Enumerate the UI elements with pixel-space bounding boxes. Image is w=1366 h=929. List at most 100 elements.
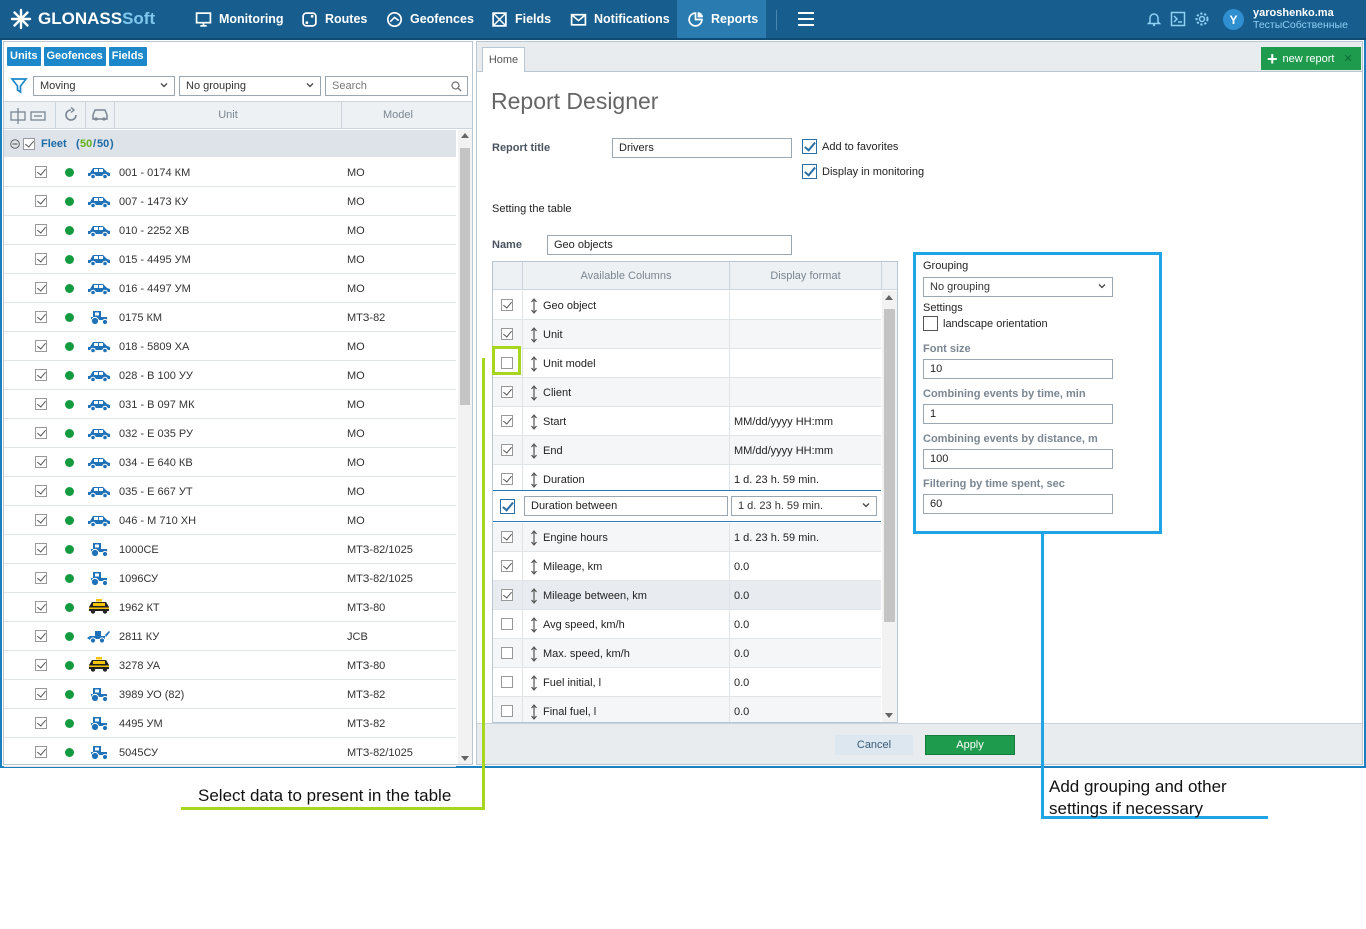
unit-checkbox[interactable] [35, 427, 47, 439]
unit-row[interactable]: 1962 КТ МТЗ-80 [4, 593, 456, 622]
scroll-up-icon[interactable] [885, 295, 893, 300]
unit-checkbox[interactable] [35, 311, 47, 323]
column-checkbox[interactable] [501, 705, 513, 717]
unit-checkbox[interactable] [35, 166, 47, 178]
nav-monitoring[interactable]: Monitoring [195, 0, 284, 38]
column-format-select[interactable]: 1 d. 23 h. 59 min. [731, 496, 877, 516]
cancel-button[interactable]: Cancel [835, 735, 913, 755]
unit-row[interactable]: 034 - Е 640 КВ МО [4, 448, 456, 477]
unit-row[interactable]: 035 - Е 667 УТ МО [4, 477, 456, 506]
close-icon[interactable]: ✕ [1344, 52, 1353, 65]
filter-icon[interactable] [10, 77, 28, 95]
scroll-down-icon[interactable] [885, 713, 893, 718]
unit-row[interactable]: 031 - В 097 МК МО [4, 390, 456, 419]
column-checkbox[interactable] [501, 618, 513, 630]
unit-row[interactable]: 001 - 0174 КМ МО [4, 158, 456, 187]
unit-row[interactable]: 046 - М 710 ХН МО [4, 506, 456, 535]
units-scrollbar[interactable] [458, 130, 472, 764]
fleet-checkbox[interactable] [23, 138, 35, 150]
column-row[interactable]: Geo object [493, 291, 881, 320]
nav-routes[interactable]: Routes [301, 0, 367, 38]
unit-row[interactable]: 010 - 2252 ХВ МО [4, 216, 456, 245]
display-monitoring-checkbox[interactable]: Display in monitoring [802, 164, 924, 179]
column-row[interactable]: Mileage, km 0.0 [493, 552, 881, 581]
user-name[interactable]: yaroshenko.ma [1253, 8, 1334, 19]
column-checkbox[interactable] [501, 589, 513, 601]
columns-scrollbar[interactable] [882, 291, 897, 722]
new-report-tab[interactable]: + new report ✕ [1261, 47, 1361, 70]
column-checkbox[interactable] [500, 499, 515, 514]
unit-row[interactable]: 1000СЕ МТЗ-82/1025 [4, 535, 456, 564]
column-checkbox[interactable] [501, 328, 513, 340]
collapse-icon[interactable] [10, 139, 20, 149]
column-row[interactable]: Engine hours 1 d. 23 h. 59 min. [493, 523, 881, 552]
column-row[interactable]: Start MM/dd/yyyy HH:mm [493, 407, 881, 436]
unit-checkbox[interactable] [35, 398, 47, 410]
tab-units[interactable]: Units [7, 47, 41, 66]
column-row[interactable]: Final fuel, l 0.0 [493, 697, 881, 722]
menu-icon[interactable] [798, 12, 814, 26]
avatar[interactable]: Y [1223, 9, 1244, 30]
unit-checkbox[interactable] [35, 630, 47, 642]
drag-handle-icon[interactable] [531, 646, 537, 662]
unit-checkbox[interactable] [35, 601, 47, 613]
bell-icon[interactable] [1146, 11, 1162, 27]
scroll-down-icon[interactable] [461, 756, 469, 761]
unit-row[interactable]: 0175 КМ МТЗ-82 [4, 303, 456, 332]
vehicle-col[interactable] [85, 102, 114, 128]
col-model[interactable]: Model [341, 102, 454, 128]
report-title-input[interactable]: Drivers [612, 138, 792, 158]
column-row[interactable]: Max. speed, km/h 0.0 [493, 639, 881, 668]
unit-checkbox[interactable] [35, 456, 47, 468]
scroll-up-icon[interactable] [461, 133, 469, 138]
tab-home[interactable]: Home [482, 47, 525, 72]
unit-row[interactable]: 016 - 4497 УМ МО [4, 274, 456, 303]
unit-checkbox[interactable] [35, 543, 47, 555]
column-row[interactable]: Fuel initial, l 0.0 [493, 668, 881, 697]
unit-row[interactable]: 5045СУ МТЗ-82/1025 [4, 738, 456, 767]
unit-row[interactable]: 3989 УО (82) МТЗ-82 [4, 680, 456, 709]
add-favorites-checkbox[interactable]: Add to favorites [802, 139, 898, 154]
unit-row[interactable]: 018 - 5809 ХА МО [4, 332, 456, 361]
apply-button[interactable]: Apply [925, 735, 1015, 755]
nav-geofences[interactable]: Geofences [386, 0, 474, 38]
drag-handle-icon[interactable] [531, 414, 537, 430]
column-row[interactable]: Avg speed, km/h 0.0 [493, 610, 881, 639]
unit-row[interactable]: 3278 УА МТЗ-80 [4, 651, 456, 680]
unit-checkbox[interactable] [35, 485, 47, 497]
nav-reports[interactable]: Reports [677, 0, 766, 38]
column-checkbox[interactable] [501, 299, 513, 311]
column-row[interactable]: End MM/dd/yyyy HH:mm [493, 436, 881, 465]
drag-handle-icon[interactable] [531, 675, 537, 691]
drag-handle-icon[interactable] [531, 559, 537, 575]
unit-checkbox[interactable] [35, 746, 47, 758]
drag-handle-icon[interactable] [531, 385, 537, 401]
state-select[interactable]: Moving [33, 76, 175, 96]
column-row[interactable]: Mileage between, km 0.0 [493, 581, 881, 610]
tab-fields[interactable]: Fields [108, 47, 147, 66]
terminal-icon[interactable] [1170, 11, 1186, 27]
drag-handle-icon[interactable] [531, 617, 537, 633]
unit-checkbox[interactable] [35, 369, 47, 381]
expand-collapse-icon[interactable] [10, 108, 48, 124]
grouping-select[interactable]: No grouping [179, 76, 321, 96]
nav-fields[interactable]: Fields [491, 0, 551, 38]
unit-row[interactable]: 007 - 1473 КУ МО [4, 187, 456, 216]
nav-notifications[interactable]: Notifications [570, 0, 670, 38]
column-checkbox[interactable] [501, 560, 513, 572]
drag-handle-icon[interactable] [531, 327, 537, 343]
column-row-editing[interactable]: Duration between 1 d. 23 h. 59 min. [493, 490, 881, 522]
column-checkbox[interactable] [501, 473, 513, 485]
unit-checkbox[interactable] [35, 717, 47, 729]
unit-checkbox[interactable] [35, 688, 47, 700]
column-checkbox[interactable] [501, 531, 513, 543]
drag-handle-icon[interactable] [531, 298, 537, 314]
drag-handle-icon[interactable] [531, 443, 537, 459]
unit-checkbox[interactable] [35, 572, 47, 584]
unit-row[interactable]: 1096СУ МТЗ-82/1025 [4, 564, 456, 593]
search-input[interactable]: Search [325, 76, 468, 96]
column-row[interactable]: Client [493, 378, 881, 407]
column-row[interactable]: Unit [493, 320, 881, 349]
column-checkbox[interactable] [501, 386, 513, 398]
column-checkbox[interactable] [501, 415, 513, 427]
